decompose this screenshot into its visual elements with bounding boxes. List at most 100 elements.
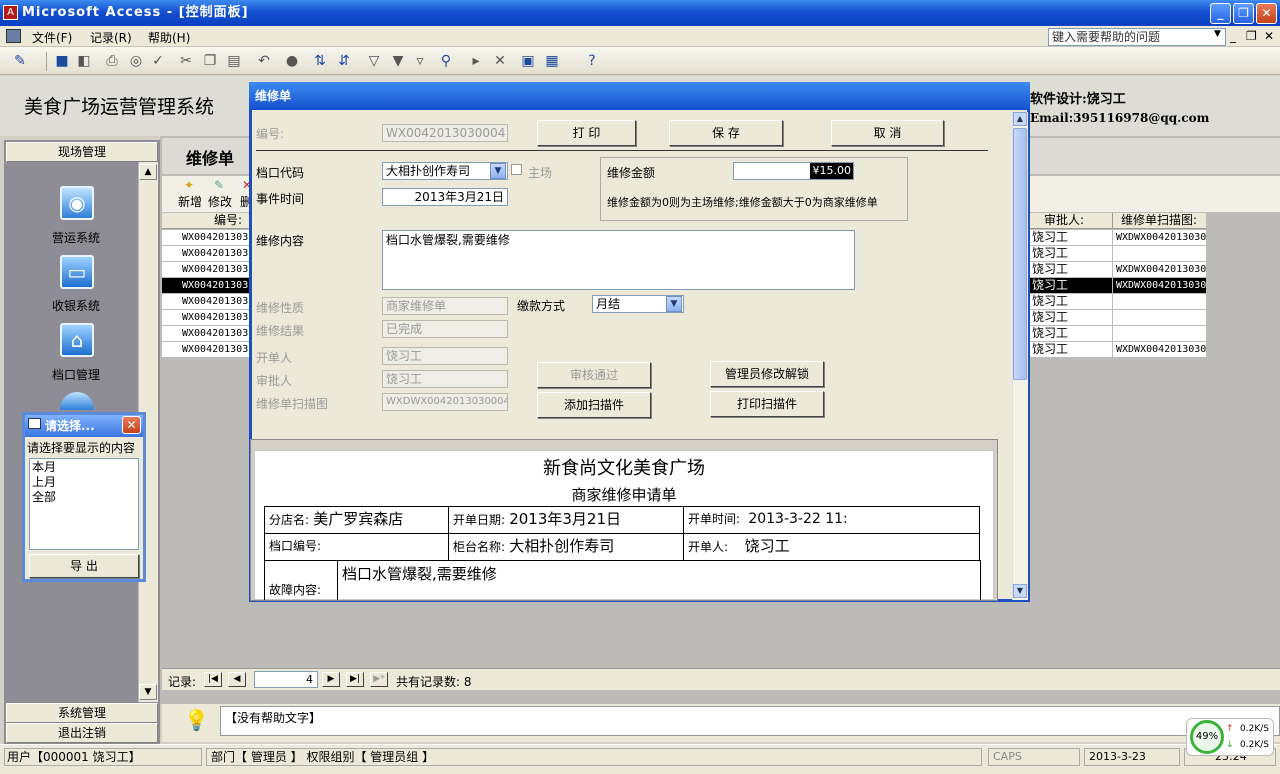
help-search-input[interactable]: 键入需要帮助的问题 — [1048, 28, 1226, 46]
export-button[interactable]: 导 出 — [29, 554, 139, 578]
chooser-listbox[interactable]: 本月 上月 全部 — [29, 458, 139, 550]
sidebar-logout[interactable]: 退出注销 — [6, 723, 158, 743]
table-row[interactable]: 饶习工 — [1030, 230, 1112, 246]
new-button[interactable]: 新增 — [178, 193, 202, 210]
table-row[interactable]: 饶习工 — [1030, 310, 1112, 326]
search-file-icon[interactable]: ◧ — [76, 53, 92, 69]
paste-icon[interactable]: ▤ — [226, 53, 242, 69]
delete-record-icon[interactable]: ✕ — [492, 53, 508, 69]
help-icon[interactable]: ? — [584, 53, 600, 69]
row-selector[interactable] — [164, 230, 180, 246]
scroll-down-icon[interactable]: ▼ — [139, 684, 157, 700]
apply-filter-icon[interactable]: ▿ — [412, 53, 428, 69]
row-selector[interactable] — [164, 326, 180, 342]
edit-icon[interactable]: ✎ — [214, 178, 224, 192]
nature-field[interactable]: 商家维修单 — [382, 297, 508, 315]
new-record-icon[interactable]: ▸ — [468, 53, 484, 69]
prev-record-icon[interactable]: ◀ — [228, 672, 246, 687]
new-record-nav-icon[interactable]: ▶* — [370, 672, 388, 687]
form-icon[interactable] — [6, 29, 21, 43]
row-selector[interactable] — [164, 246, 180, 262]
table-row[interactable]: 饶习工 — [1030, 262, 1112, 278]
sort-ascending-icon[interactable]: ⇅ — [312, 53, 328, 69]
find-icon[interactable]: ⚲ — [438, 53, 454, 69]
table-row[interactable] — [1112, 246, 1206, 262]
approve-button[interactable]: 审核通过 — [537, 362, 651, 388]
copy-icon[interactable]: ❐ — [202, 53, 218, 69]
row-selector[interactable] — [164, 310, 180, 326]
close-button[interactable]: ✕ — [1256, 3, 1277, 24]
menu-file[interactable]: 文件(F) — [32, 29, 72, 46]
table-row[interactable]: 饶习工 — [1030, 342, 1112, 358]
mdi-minimize-button[interactable]: _ — [1230, 29, 1236, 43]
print-preview-icon[interactable]: ◎ — [128, 53, 144, 69]
sidebar-item-stall[interactable]: 档口管理 — [30, 366, 122, 383]
list-item[interactable]: 上月 — [32, 475, 136, 490]
sidebar-item-operations[interactable]: 营运系统 — [30, 229, 122, 246]
table-row[interactable]: 饶习工 — [1030, 294, 1112, 310]
row-selector[interactable] — [164, 262, 180, 278]
scroll-down-icon[interactable]: ▼ — [1013, 584, 1027, 598]
row-selector[interactable]: ▶ — [164, 278, 180, 294]
table-row[interactable]: WXDWX0042013030 — [1112, 262, 1206, 278]
time-field[interactable]: 2013年3月21日 — [382, 188, 508, 206]
no-field[interactable]: WX0042013030004 — [382, 124, 508, 142]
table-row[interactable]: 饶习工 — [1030, 326, 1112, 342]
save-button[interactable]: 保 存 — [669, 120, 783, 146]
sidebar-system-management[interactable]: 系统管理 — [6, 703, 158, 723]
filter-selection-icon[interactable]: ▽ — [366, 53, 382, 69]
list-item[interactable]: 全部 — [32, 490, 136, 505]
restore-button[interactable]: ❐ — [1233, 3, 1254, 24]
globe-monitor-icon[interactable]: ◉ — [60, 186, 94, 220]
chevron-down-icon[interactable]: ▼ — [666, 296, 682, 312]
print-scan-button[interactable]: 打印扫描件 — [710, 391, 824, 417]
table-row[interactable]: WXDWX0042013030 — [1112, 342, 1206, 358]
mdi-close-button[interactable]: ✕ — [1264, 29, 1274, 43]
scan-field[interactable]: WXDWX004201303000491 — [382, 393, 508, 411]
last-record-icon[interactable]: ▶| — [346, 672, 364, 687]
table-row[interactable]: WXDWX0042013030 — [1112, 230, 1206, 246]
print-button[interactable]: 打 印 — [537, 120, 636, 146]
cut-icon[interactable]: ✂ — [178, 53, 194, 69]
column-header-scan[interactable]: 维修单扫描图: — [1112, 213, 1206, 229]
chooser-close-icon[interactable]: ✕ — [122, 416, 141, 434]
add-scan-button[interactable]: 添加扫描件 — [537, 392, 651, 418]
insert-hyperlink-icon[interactable]: ● — [284, 53, 300, 69]
edit-button[interactable]: 修改 — [208, 193, 232, 210]
first-record-icon[interactable]: |◀ — [204, 672, 222, 687]
menu-help[interactable]: 帮助(H) — [148, 29, 190, 46]
next-record-icon[interactable]: ▶ — [322, 672, 340, 687]
sort-descending-icon[interactable]: ⇵ — [336, 53, 352, 69]
opener-field[interactable]: 饶习工 — [382, 347, 508, 365]
undo-icon[interactable]: ↶ — [256, 53, 272, 69]
column-header-no[interactable]: 编号: — [162, 213, 250, 229]
table-row[interactable]: WXDWX0042013030 — [1112, 278, 1206, 294]
chevron-down-icon[interactable]: ▼ — [490, 163, 506, 179]
house-icon[interactable]: ⌂ — [60, 323, 94, 357]
spelling-icon[interactable]: ✓ — [150, 53, 166, 69]
approver-field[interactable]: 饶习工 — [382, 370, 508, 388]
new-icon[interactable]: ✦ — [184, 178, 194, 192]
design-view-icon[interactable]: ✎ — [12, 53, 28, 69]
scroll-thumb[interactable] — [1013, 128, 1027, 380]
current-record-input[interactable]: 4 — [254, 671, 318, 688]
new-object-icon[interactable]: ▦ — [544, 53, 560, 69]
sidebar-site-management[interactable]: 现场管理 — [6, 142, 158, 162]
content-textarea[interactable]: 档口水管爆裂,需要维修 — [382, 230, 855, 290]
column-header-approver[interactable]: 审批人: — [1030, 213, 1112, 229]
result-field[interactable]: 已完成 — [382, 320, 508, 338]
list-item[interactable]: 本月 — [32, 460, 136, 475]
menu-record[interactable]: 记录(R) — [90, 29, 132, 46]
database-window-icon[interactable]: ▣ — [520, 53, 536, 69]
sidebar-item-cashier[interactable]: 收银系统 — [30, 297, 122, 314]
chevron-down-icon[interactable]: ▼ — [1214, 29, 1221, 39]
admin-unlock-button[interactable]: 管理员修改解锁 — [710, 361, 824, 387]
table-row[interactable]: 饶习工 — [1030, 246, 1112, 262]
table-row[interactable]: 饶习工 — [1030, 278, 1112, 294]
row-selector[interactable] — [164, 342, 180, 358]
scroll-up-icon[interactable]: ▲ — [1013, 112, 1027, 126]
main-checkbox[interactable] — [511, 164, 522, 175]
folder-icon[interactable]: ▭ — [60, 255, 94, 289]
minimize-button[interactable]: _ — [1210, 3, 1231, 24]
table-row[interactable] — [1112, 310, 1206, 326]
